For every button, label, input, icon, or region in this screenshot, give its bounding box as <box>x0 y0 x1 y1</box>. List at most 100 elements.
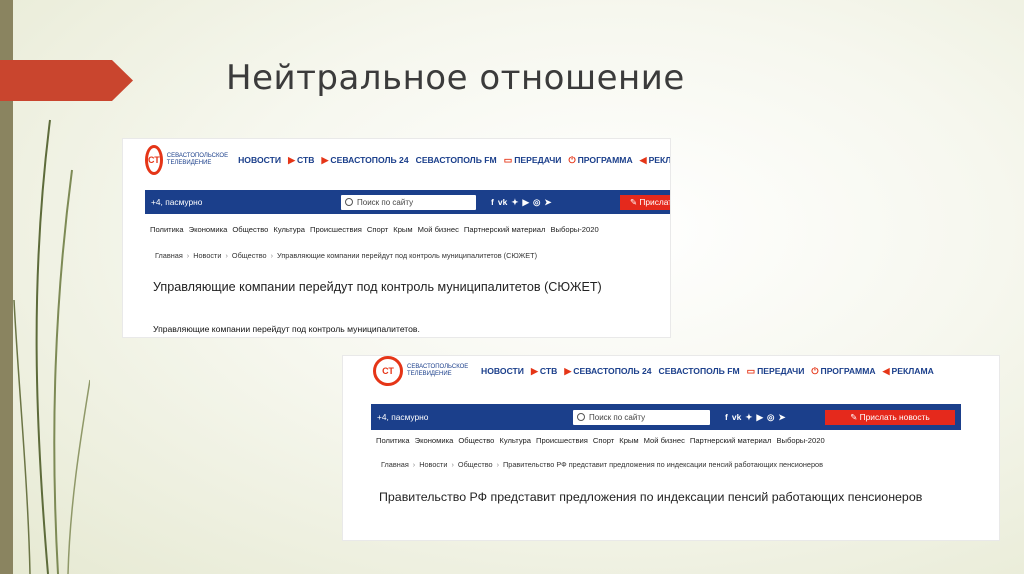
category-link[interactable]: Культура <box>273 225 305 234</box>
news-screenshot-1: СТ СЕВАСТОПОЛЬСКОЕ ТЕЛЕВИДЕНИЕ НОВОСТИ ▶ С… <box>123 139 670 337</box>
category-link[interactable]: Политика <box>376 436 410 445</box>
social-links: f vk ✦ ▶ ◎ ➤ <box>725 412 786 423</box>
grass-decoration <box>13 119 90 574</box>
social-yt-icon[interactable]: ▶ <box>756 412 763 423</box>
nav-item-4[interactable]: ▭ ПЕРЕДАЧИ <box>504 155 562 166</box>
social-tw-icon[interactable]: ✦ <box>745 412 752 423</box>
play-icon: ▶ <box>531 365 538 376</box>
power-icon: ⏻ <box>811 365 819 376</box>
site-header: СТ СЕВАСТОПОЛЬСКОЕ ТЕЛЕВИДЕНИЕ НОВОСТИ ▶ С… <box>343 356 999 392</box>
nav-item-5[interactable]: ⏻ ПРОГРАММА <box>811 366 875 377</box>
breadcrumb-separator-icon: › <box>186 251 190 260</box>
category-link[interactable]: Выборы-2020 <box>776 436 824 445</box>
nav-item-0[interactable]: НОВОСТИ <box>238 155 281 165</box>
breadcrumb-item[interactable]: Новости <box>193 251 221 260</box>
megaphone-icon: ◀ <box>882 365 890 376</box>
nav-item-5[interactable]: ⏻ ПРОГРАММА <box>568 155 632 166</box>
breadcrumb-item[interactable]: Главная <box>155 251 183 260</box>
nav-item-6[interactable]: ◀РЕКЛАМА <box>640 155 670 166</box>
category-link[interactable]: Партнерский материал <box>690 436 772 445</box>
breadcrumb-item[interactable]: Новости <box>419 460 447 469</box>
breadcrumb: Главная › Новости › Общество › Управляющие ком… <box>155 251 537 260</box>
search-placeholder: Поиск по сайту <box>357 197 414 207</box>
weather-label: +4, пасмурно <box>377 412 429 422</box>
social-yt-icon[interactable]: ▶ <box>522 197 529 208</box>
social-f-icon[interactable]: f <box>491 197 494 208</box>
category-link[interactable]: Экономика <box>189 225 228 234</box>
nav-item-4[interactable]: ▭ ПЕРЕДАЧИ <box>747 366 805 377</box>
site-logo[interactable]: СТ <box>145 145 163 175</box>
logo-text: СЕВАСТОПОЛЬСКОЕ ТЕЛЕВИДЕНИЕ <box>407 364 469 377</box>
category-link[interactable]: Крым <box>393 225 412 234</box>
category-link[interactable]: Происшествия <box>536 436 588 445</box>
top-nav: НОВОСТИ ▶ СТВ ▶ СЕВАСТОПОЛЬ 24 СЕВАСТОПОЛЬ FM… <box>238 155 670 166</box>
category-link[interactable]: Общество <box>232 225 268 234</box>
nav-item-3[interactable]: СЕВАСТОПОЛЬ FM <box>416 155 497 165</box>
breadcrumb-item[interactable]: Общество <box>232 251 267 260</box>
megaphone-icon: ◀ <box>639 154 647 165</box>
breadcrumb-separator-icon: › <box>451 460 454 469</box>
category-link[interactable]: Общество <box>458 436 494 445</box>
breadcrumb-item: Управляющие компании перейдут под контро… <box>277 251 538 260</box>
play-icon: ▶ <box>564 365 572 376</box>
submit-news-button[interactable]: ✎ Прислать <box>620 194 670 210</box>
search-input[interactable]: Поиск по сайту <box>341 194 476 210</box>
social-tg-icon[interactable]: ➤ <box>778 412 785 423</box>
social-tw-icon[interactable]: ✦ <box>511 197 518 208</box>
nav-item-label: СЕВАСТОПОЛЬ 24 <box>330 154 409 165</box>
nav-item-label: СЕВАСТОПОЛЬ FM <box>658 366 740 376</box>
category-link[interactable]: Крым <box>619 436 638 445</box>
nav-item-label: ПЕРЕДАЧИ <box>757 365 805 376</box>
power-icon: ⏻ <box>568 154 576 165</box>
social-vk-icon[interactable]: vk <box>498 197 507 208</box>
category-link[interactable]: Происшествия <box>310 225 362 234</box>
nav-item-6[interactable]: ◀РЕКЛАМА <box>883 366 934 377</box>
category-link[interactable]: Культура <box>499 436 531 445</box>
play-icon: ▶ <box>321 154 329 165</box>
slide-title: Нейтральное отношение <box>226 58 685 98</box>
search-placeholder: Поиск по сайту <box>589 412 646 422</box>
category-link[interactable]: Мой бизнес <box>418 225 459 234</box>
breadcrumb-item[interactable]: Общество <box>458 460 493 469</box>
category-link[interactable]: Мой бизнес <box>644 436 685 445</box>
breadcrumb-separator-icon: › <box>225 251 228 260</box>
site-toolbar: +4, пасмурно Поиск по сайту f vk ✦ ▶ ◎ ➤ ✎ Пр… <box>145 190 670 214</box>
nav-item-label: ПРОГРАММА <box>820 365 876 376</box>
category-nav: Политика Экономика Общество Культура Происше… <box>376 436 825 445</box>
nav-item-label: РЕКЛАМА <box>891 365 934 376</box>
nav-item-3[interactable]: СЕВАСТОПОЛЬ FM <box>659 366 740 376</box>
submit-news-button[interactable]: ✎ Прислать новость <box>825 409 955 425</box>
article-lead: Управляющие компании перейдут под контро… <box>153 324 420 334</box>
category-link[interactable]: Экономика <box>415 436 454 445</box>
article-headline: Правительство РФ представит предложения … <box>379 490 923 504</box>
social-vk-icon[interactable]: vk <box>732 412 741 423</box>
search-icon <box>345 198 353 206</box>
category-nav: Политика Экономика Общество Культура Происше… <box>150 225 599 234</box>
news-screenshot-2: СТ СЕВАСТОПОЛЬСКОЕ ТЕЛЕВИДЕНИЕ НОВОСТИ ▶ С… <box>343 356 999 540</box>
category-link[interactable]: Спорт <box>593 436 614 445</box>
nav-item-0[interactable]: НОВОСТИ <box>481 366 524 376</box>
social-f-icon[interactable]: f <box>725 412 728 423</box>
search-icon <box>577 413 585 421</box>
breadcrumb-separator-icon: › <box>270 251 274 260</box>
search-input[interactable]: Поиск по сайту <box>573 409 710 425</box>
site-header: СТ СЕВАСТОПОЛЬСКОЕ ТЕЛЕВИДЕНИЕ НОВОСТИ ▶ С… <box>123 139 670 181</box>
nav-item-label: ПЕРЕДАЧИ <box>514 154 562 165</box>
nav-item-1[interactable]: ▶ СТВ <box>531 366 557 377</box>
play-icon: ▶ <box>288 154 295 165</box>
nav-item-2[interactable]: ▶ СЕВАСТОПОЛЬ 24 <box>321 155 408 166</box>
site-logo[interactable]: СТ <box>373 356 403 386</box>
breadcrumb-item[interactable]: Главная <box>381 460 409 469</box>
category-link[interactable]: Выборы-2020 <box>550 225 598 234</box>
nav-item-1[interactable]: ▶ СТВ <box>288 155 314 166</box>
nav-item-label: СТВ <box>539 365 558 376</box>
social-ig-icon[interactable]: ◎ <box>533 197 540 208</box>
social-ig-icon[interactable]: ◎ <box>767 412 774 423</box>
breadcrumb-separator-icon: › <box>412 460 416 469</box>
top-nav: НОВОСТИ ▶ СТВ ▶ СЕВАСТОПОЛЬ 24 СЕВАСТОПОЛЬ FM… <box>481 366 934 377</box>
nav-item-2[interactable]: ▶ СЕВАСТОПОЛЬ 24 <box>564 366 651 377</box>
social-tg-icon[interactable]: ➤ <box>544 197 551 208</box>
category-link[interactable]: Партнерский материал <box>464 225 546 234</box>
category-link[interactable]: Политика <box>150 225 184 234</box>
category-link[interactable]: Спорт <box>367 225 388 234</box>
